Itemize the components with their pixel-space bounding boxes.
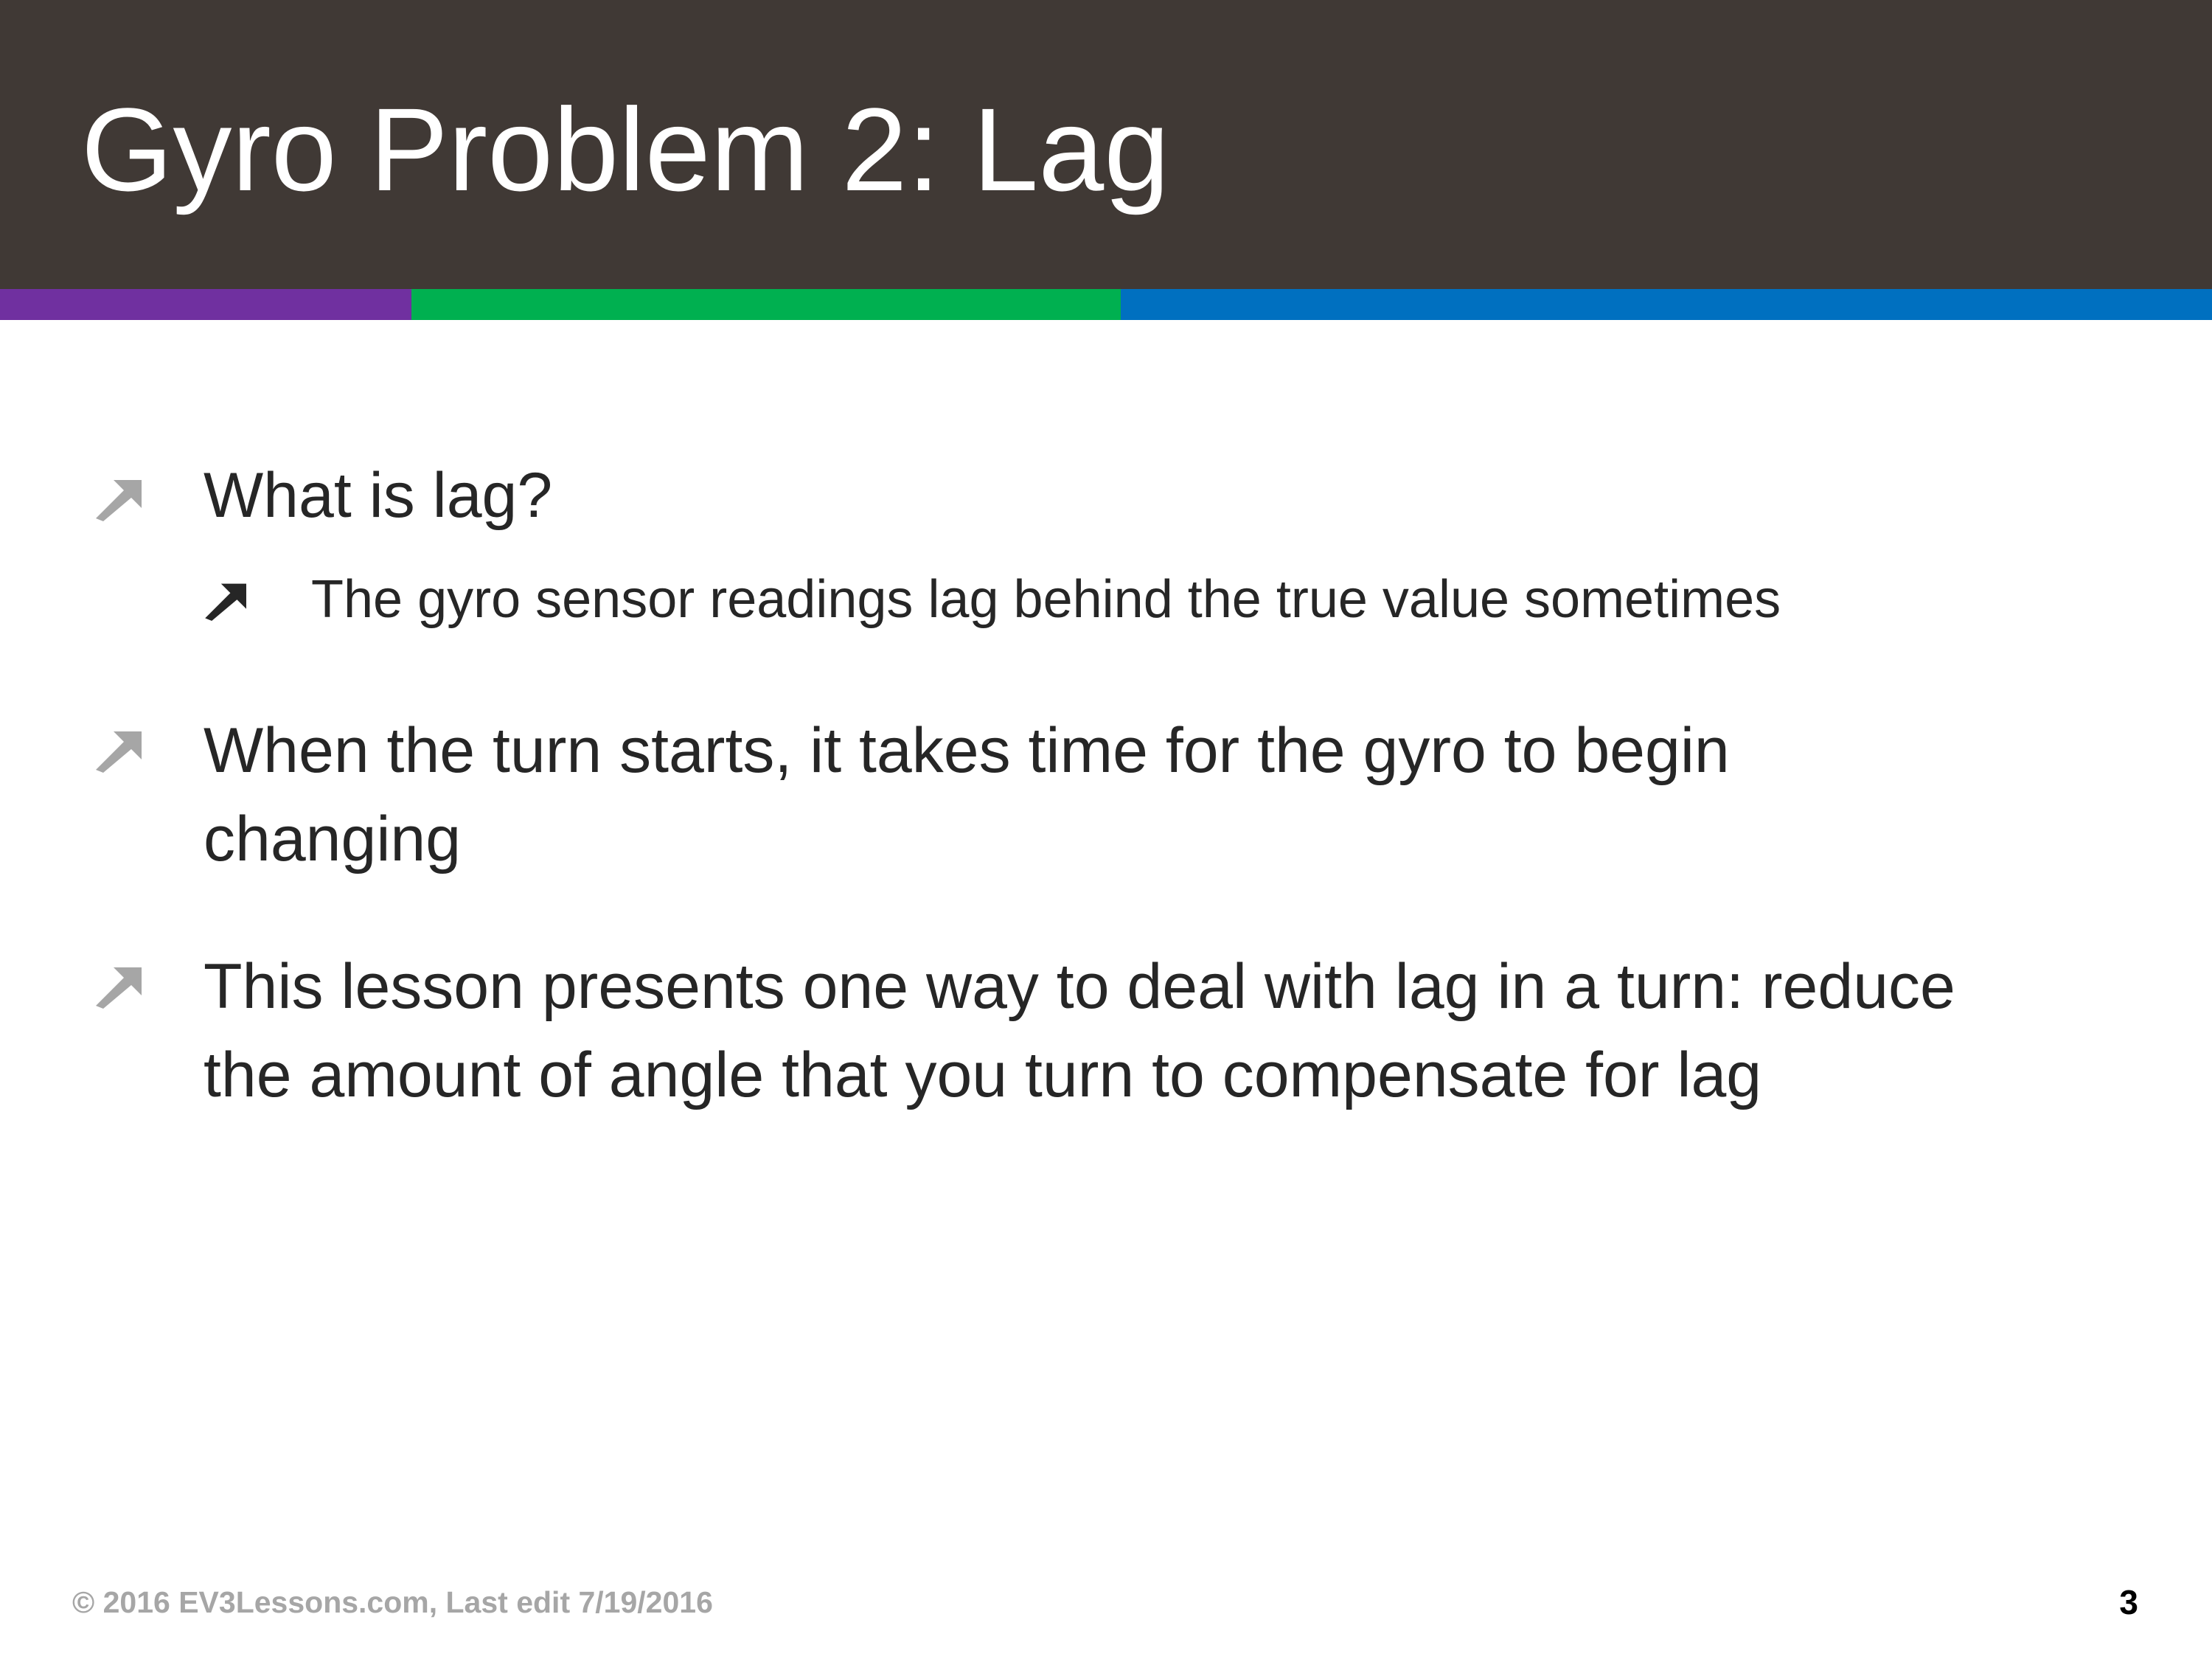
bullet-text-line: What is lag? [204, 460, 553, 531]
page-number: 3 [2119, 1583, 2138, 1621]
arrow-bullet-icon [94, 728, 204, 773]
bullet-text-line: the amount of angle that you turn to com… [204, 1040, 1762, 1110]
bullet-item: This lesson presents one way to deal wit… [94, 942, 1955, 1119]
bullet-text-line: This lesson presents one way to deal wit… [204, 951, 1955, 1022]
arrow-bullet-icon [94, 477, 204, 521]
arrow-bullet-icon [94, 964, 204, 1009]
footer-copyright: © 2016 EV3Lessons.com, Last edit 7/19/20… [72, 1585, 713, 1619]
bullet-text-line: The gyro sensor readings lag behind the … [311, 570, 1781, 629]
bullet-text-line: When the turn starts, it takes time for … [204, 715, 1730, 786]
bullet-item: The gyro sensor readings lag behind the … [204, 563, 1781, 636]
bullet-text-line: changing [204, 804, 462, 874]
slide-body: What is lag? The gyro sensor readings la… [0, 0, 2212, 1659]
arrow-bullet-icon [204, 581, 311, 621]
bullet-item: When the turn starts, it takes time for … [94, 706, 1730, 883]
bullet-item: What is lag? [94, 451, 552, 540]
